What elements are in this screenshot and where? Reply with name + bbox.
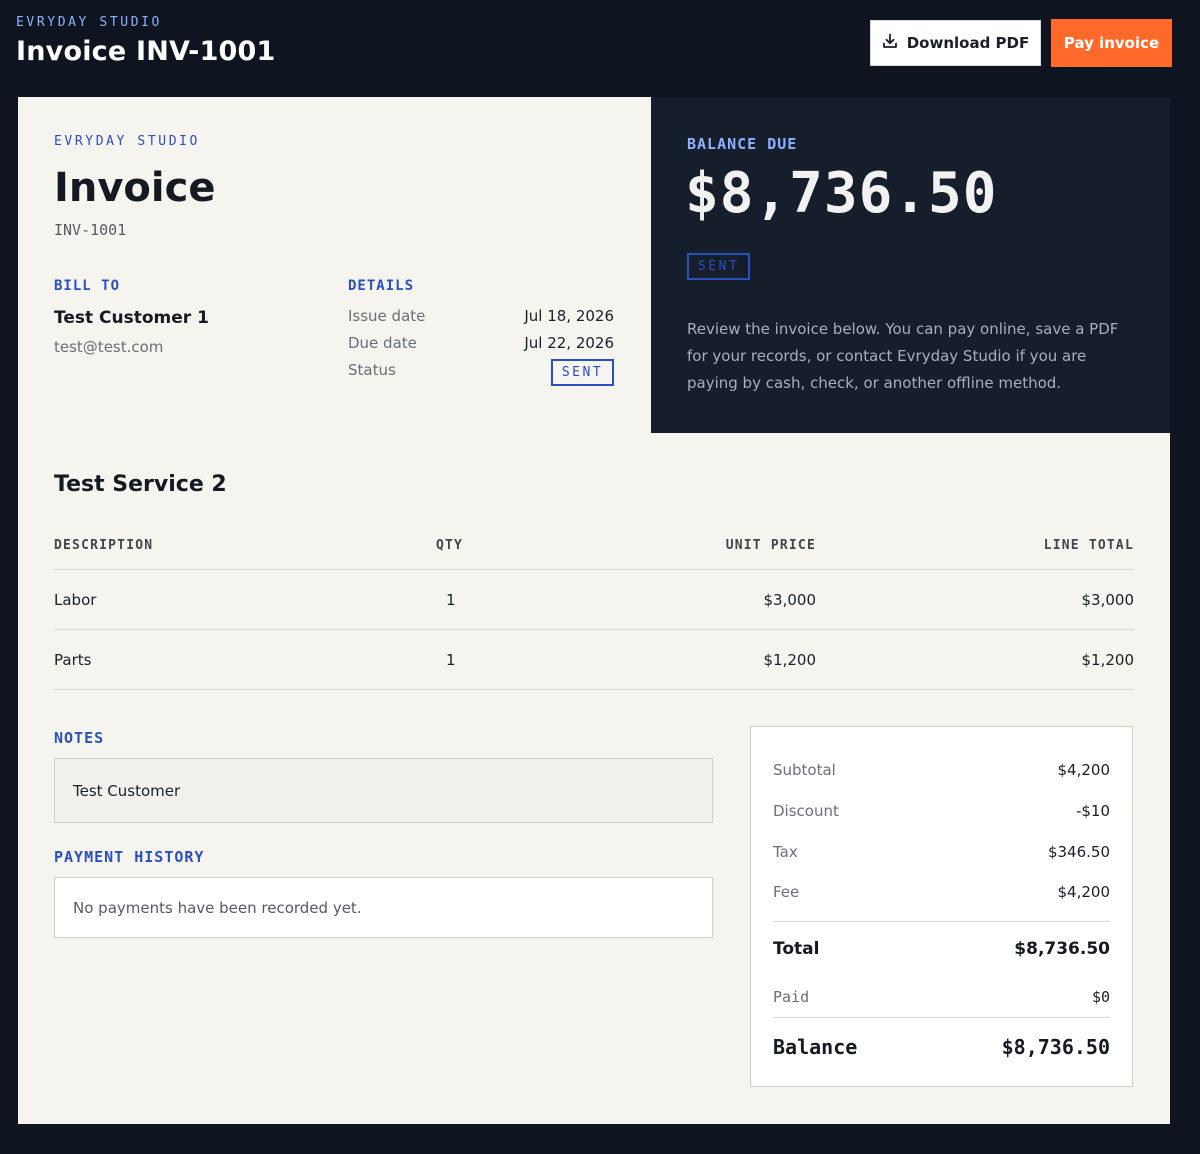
header-brand: EVRYDAY STUDIO: [16, 15, 162, 30]
due-date-label: Due date: [348, 334, 417, 352]
row-description: Labor: [54, 591, 97, 609]
column-header-unit-price: UNIT PRICE: [725, 538, 816, 553]
fee-value: $4,200: [1057, 883, 1111, 901]
pay-invoice-button[interactable]: Pay invoice: [1051, 19, 1172, 67]
notes-box: Test Customer: [54, 758, 713, 823]
notes-text: Test Customer: [73, 781, 181, 800]
totals-box: Subtotal $4,200 Discount -$10 Tax $346.5…: [750, 726, 1133, 1087]
page-title: Invoice INV-1001: [16, 36, 276, 67]
balance-due-label: BALANCE DUE: [687, 135, 798, 153]
row-description: Parts: [54, 651, 92, 669]
download-pdf-button[interactable]: Download PDF: [870, 20, 1041, 66]
tax-value: $346.50: [1047, 843, 1110, 861]
column-header-qty: QTY: [436, 538, 464, 553]
balance-value: $8,736.50: [1001, 1035, 1110, 1059]
invoice-card: EVRYDAY STUDIO Invoice INV-1001 BILL TO …: [18, 97, 1170, 1124]
issue-date-value: Jul 18, 2026: [524, 307, 614, 325]
paid-label: Paid: [773, 988, 810, 1006]
invoice-heading: Invoice: [54, 165, 216, 211]
payment-history-empty: No payments have been recorded yet.: [73, 898, 362, 917]
totals-divider: [773, 1017, 1110, 1018]
tax-label: Tax: [773, 843, 798, 861]
details-label: DETAILS: [348, 278, 415, 294]
discount-value: -$10: [1075, 802, 1110, 820]
payment-history-box: No payments have been recorded yet.: [54, 877, 713, 938]
fee-label: Fee: [773, 883, 800, 901]
column-header-line-total: LINE TOTAL: [1043, 538, 1134, 553]
balance-description: Review the invoice below. You can pay on…: [687, 320, 1119, 392]
total-value: $8,736.50: [1014, 939, 1110, 959]
payment-history-label: PAYMENT HISTORY: [54, 848, 205, 866]
download-icon: [882, 33, 898, 53]
row-unit-price: $3,000: [763, 591, 817, 609]
row-unit-price: $1,200: [763, 651, 817, 669]
balance-due-amount: $8,736.50: [685, 161, 998, 226]
discount-label: Discount: [773, 802, 839, 820]
column-header-description: DESCRIPTION: [54, 538, 154, 553]
bill-to-label: BILL TO: [54, 278, 121, 294]
row-line-total: $3,000: [1081, 591, 1135, 609]
service-title: Test Service 2: [54, 472, 227, 497]
status-label: Status: [348, 361, 396, 379]
notes-label: NOTES: [54, 729, 105, 747]
totals-divider: [773, 921, 1110, 922]
balance-panel: BALANCE DUE $8,736.50 SENT Review the in…: [651, 97, 1170, 433]
paid-value: $0: [1091, 988, 1110, 1006]
total-label: Total: [773, 939, 820, 959]
row-qty: 1: [446, 651, 456, 669]
row-qty: 1: [446, 591, 456, 609]
subtotal-value: $4,200: [1057, 761, 1111, 779]
customer-name: Test Customer 1: [54, 308, 209, 328]
balance-status-badge: SENT: [687, 253, 750, 280]
pay-invoice-label: Pay invoice: [1063, 34, 1160, 52]
due-date-value: Jul 22, 2026: [524, 334, 614, 352]
table-divider: [54, 629, 1134, 630]
status-badge: SENT: [551, 359, 614, 386]
customer-email: test@test.com: [54, 338, 164, 356]
table-divider: [54, 689, 1134, 690]
invoice-number: INV-1001: [54, 221, 127, 239]
row-line-total: $1,200: [1081, 651, 1135, 669]
balance-label: Balance: [773, 1035, 858, 1059]
download-pdf-label: Download PDF: [906, 34, 1030, 52]
issue-date-label: Issue date: [348, 307, 426, 325]
subtotal-label: Subtotal: [773, 761, 836, 779]
invoice-brand: EVRYDAY STUDIO: [54, 134, 200, 149]
table-divider: [54, 569, 1134, 570]
top-bar: EVRYDAY STUDIO Invoice INV-1001 Download…: [0, 0, 1200, 96]
